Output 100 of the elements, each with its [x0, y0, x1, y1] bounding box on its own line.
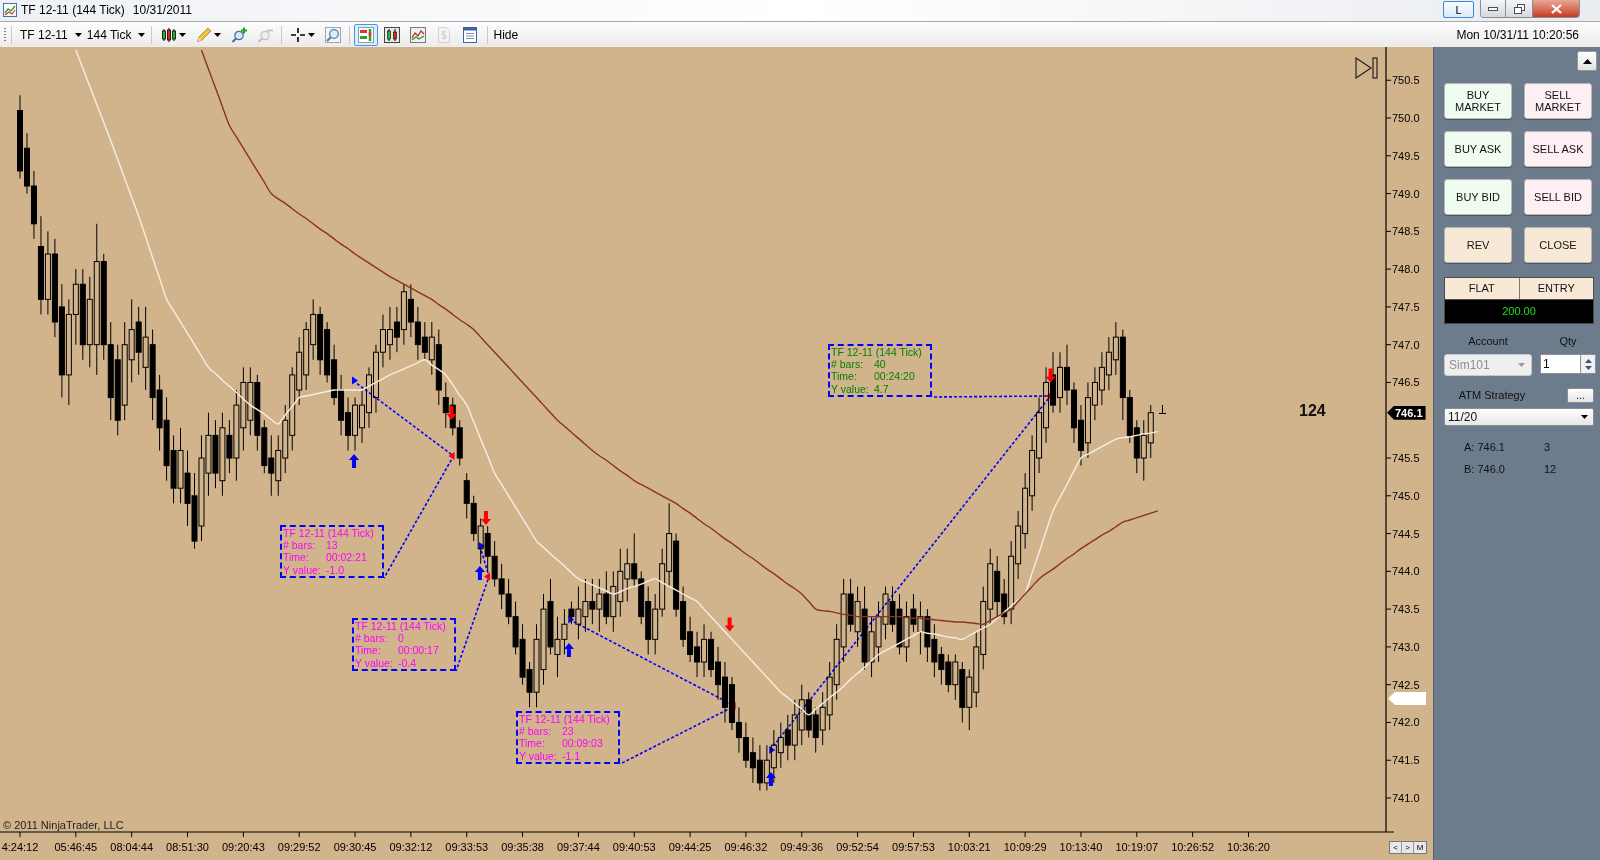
down-arrow-icon — [480, 511, 491, 525]
scroll-button[interactable]: < — [1390, 842, 1402, 853]
order-button[interactable]: SELL BID — [1524, 179, 1592, 215]
time-label: 08:51:30 — [166, 841, 209, 853]
scroll-button[interactable]: M — [1414, 842, 1426, 853]
measurement-title: TF 12-11 (144 Tick) — [831, 346, 923, 359]
up-arrow-icon — [765, 772, 776, 786]
time-label: 09:32:12 — [389, 841, 433, 853]
time-label: 09:44:25 — [668, 841, 712, 853]
measurement-text: Time: 00:24:20 — [831, 370, 916, 383]
price-label: 748.0 — [1392, 263, 1420, 276]
collapse-button[interactable] — [1577, 51, 1597, 71]
price-label: 741.0 — [1392, 792, 1420, 804]
last-price-label: 746.1 — [1387, 405, 1426, 420]
order-button[interactable]: BUY MARKET — [1444, 83, 1512, 119]
price-label: 744.0 — [1392, 565, 1420, 578]
scroll-button[interactable]: > — [1402, 842, 1414, 853]
price-label: 748.5 — [1392, 225, 1420, 238]
position-status: FLAT — [1445, 278, 1520, 299]
instrument-dropdown[interactable]: TF 12-11 — [18, 23, 84, 46]
measurement-title: TF 12-11 (144 Tick) — [355, 620, 447, 633]
profit-display: 200.00 — [1445, 300, 1593, 323]
time-label: 05:46:45 — [54, 841, 98, 853]
caret-icon — [137, 32, 145, 37]
quote-price: B: 746.0 — [1464, 461, 1506, 477]
minimize-button[interactable] — [1481, 0, 1506, 17]
caret-icon — [74, 32, 82, 37]
measurement-title: TF 12-11 (144 Tick) — [283, 527, 375, 540]
hide-button[interactable]: Hide — [491, 23, 521, 46]
price-label: 749.0 — [1392, 187, 1420, 200]
price-label: 749.5 — [1392, 149, 1420, 162]
order-button[interactable]: SELL MARKET — [1524, 83, 1592, 119]
restore-icon — [1513, 3, 1525, 14]
dollar-document-icon — [435, 26, 452, 43]
quantity-label: Qty — [1558, 335, 1578, 348]
measurement-text: Y value: -1.0 — [283, 563, 345, 576]
price-label: 742.0 — [1392, 716, 1420, 729]
time-label: 10:26:52 — [1171, 841, 1215, 853]
interval-dropdown[interactable]: 144 Tick — [84, 23, 147, 46]
spin-button[interactable] — [1580, 354, 1596, 374]
quantity-field[interactable]: 1 — [1540, 354, 1580, 374]
entry-label: ENTRY — [1536, 281, 1576, 297]
price-label: 750.0 — [1392, 112, 1420, 124]
ruler-end-marker-icon — [484, 572, 491, 581]
time-label: 09:29:52 — [277, 841, 321, 853]
measurement-text: # bars: 23 — [519, 725, 575, 738]
candles-window-icon — [383, 26, 400, 43]
caret-icon — [213, 32, 221, 37]
ruler-start-marker-icon — [769, 746, 776, 754]
price-label: 742.5 — [1392, 678, 1420, 691]
pencil-icon — [195, 26, 212, 43]
link-button[interactable]: L — [1443, 1, 1474, 18]
time-label: 09:30:45 — [333, 841, 377, 853]
price-label: 745.0 — [1392, 489, 1420, 502]
up-triangle-icon — [1582, 58, 1592, 64]
order-button[interactable]: BUY ASK — [1444, 131, 1512, 167]
price-label: 741.5 — [1392, 754, 1420, 767]
up-triangle-icon — [1584, 358, 1592, 363]
time-label: 10:09:29 — [1003, 841, 1047, 853]
price-label: 743.5 — [1392, 603, 1420, 616]
window-title: TF 12-11 (144 Tick) — [21, 3, 125, 18]
order-button[interactable]: REV — [1444, 227, 1512, 263]
measurement-text: Y value: 4.7 — [831, 382, 890, 395]
tick-counter: 124 — [1299, 402, 1326, 420]
price-label: 747.5 — [1392, 300, 1420, 313]
ruler-start-marker-icon — [352, 376, 359, 385]
close-button[interactable] — [1533, 0, 1579, 17]
line-chart-icon — [409, 26, 426, 43]
order-button[interactable]: CLOSE — [1524, 227, 1592, 263]
copyright-text: © 2011 NinjaTrader, LLC — [3, 819, 124, 831]
order-button[interactable]: SELL ASK — [1524, 131, 1592, 167]
zoom-in-icon — [230, 26, 247, 43]
time-label: 10:13:40 — [1059, 841, 1103, 853]
down-triangle-icon — [1584, 365, 1592, 370]
down-arrow-icon — [1045, 368, 1056, 383]
magnifier-icon — [324, 26, 341, 43]
price-label: 743.0 — [1392, 640, 1420, 653]
price-label: 744.5 — [1392, 527, 1420, 540]
time-label: 09:33:53 — [445, 841, 489, 853]
more-button[interactable]: ... — [1567, 388, 1594, 403]
down-arrow-icon — [724, 617, 735, 632]
measurement-text: Time: 00:00:17 — [355, 644, 440, 657]
down-arrow-icon — [446, 406, 457, 420]
skip-to-end-icon[interactable] — [1355, 57, 1378, 79]
time-label: 10:36:20 — [1227, 841, 1270, 853]
measurement-text: Y value: -1.1 — [519, 749, 581, 762]
measurement-text: Y value: -0.4 — [355, 656, 417, 669]
maximize-button[interactable] — [1506, 0, 1533, 17]
order-button[interactable]: BUY BID — [1444, 179, 1512, 215]
time-label: 09:37:44 — [557, 841, 600, 853]
time-label: 10:19:07 — [1115, 841, 1159, 853]
caret-icon — [178, 32, 186, 37]
ruler-end-marker-icon — [448, 452, 455, 460]
atm-strategy-dropdown[interactable]: 11/20 — [1444, 408, 1594, 426]
crosshair-icon — [289, 26, 306, 43]
candlestick-icon — [160, 26, 177, 43]
time-label: 09:57:53 — [892, 841, 935, 853]
time-label: 10:03:21 — [947, 841, 991, 853]
time-label: 09:49:36 — [780, 841, 824, 853]
measurement-text: Time: 00:02:21 — [283, 551, 368, 564]
